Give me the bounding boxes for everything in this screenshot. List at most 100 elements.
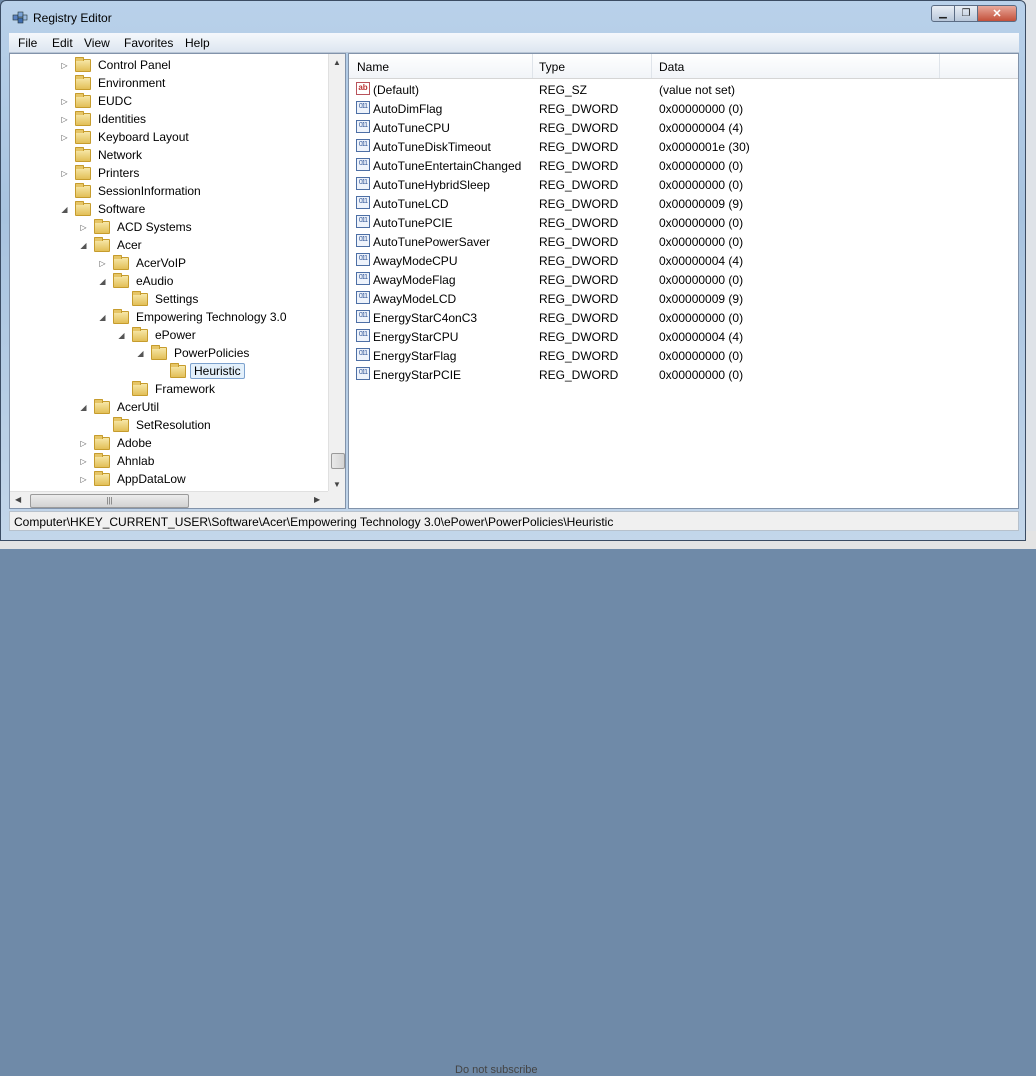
values-list-pane[interactable]: Name Type Data ab (Default) REG_SZ (value n… [348, 53, 1019, 509]
collapse-arrow-icon[interactable]: ◢ [117, 331, 126, 340]
value-row[interactable]: 011 AutoTuneEntertainChanged REG_DWORD 0x00… [349, 156, 1018, 175]
tree-item[interactable]: ◢ eAudio [98, 272, 176, 290]
value-row[interactable]: 011 EnergyStarPCIE REG_DWORD 0x00000000 (0) [349, 365, 1018, 384]
values-list-header: Name Type Data [349, 54, 1018, 79]
value-name: AutoDimFlag [373, 102, 443, 116]
value-row[interactable]: 011 AwayModeFlag REG_DWORD 0x00000000 (0) [349, 270, 1018, 289]
value-row[interactable]: 011 AutoTuneDiskTimeout REG_DWORD 0x0000001… [349, 137, 1018, 156]
tree-item[interactable]: ◢ Empowering Technology 3.0 [98, 308, 290, 326]
scroll-up-icon[interactable]: ▲ [333, 58, 341, 67]
dword-value-icon: 011 [356, 348, 370, 361]
minimize-button[interactable]: ▁ [931, 5, 955, 22]
expand-arrow-icon[interactable]: ▷ [79, 475, 88, 484]
value-name: AutoTuneDiskTimeout [373, 140, 491, 154]
menu-file[interactable]: File [18, 36, 37, 50]
tree-item[interactable]: Framework [117, 380, 218, 398]
tree-item[interactable]: ▷ EUDC [60, 92, 135, 110]
tree-item-label: ePower [155, 328, 196, 342]
tree-item-label: Network [98, 148, 143, 162]
tree-item[interactable]: Settings [117, 290, 201, 308]
collapse-arrow-icon[interactable]: ◢ [98, 277, 107, 286]
tree-horizontal-scroll-thumb[interactable]: ||| [30, 494, 189, 508]
value-row[interactable]: 011 AutoTuneHybridSleep REG_DWORD 0x0000000… [349, 175, 1018, 194]
collapse-arrow-icon[interactable]: ◢ [60, 205, 69, 214]
tree-item[interactable]: ▷ AcerVoIP [98, 254, 189, 272]
tree-item[interactable]: ◢ ePower [117, 326, 199, 344]
value-row[interactable]: 011 AwayModeCPU REG_DWORD 0x00000004 (4) [349, 251, 1018, 270]
tree-item[interactable]: ◢ Acer [79, 236, 145, 254]
tree-vertical-scroll-thumb[interactable] [331, 453, 345, 469]
value-row[interactable]: 011 AutoTunePowerSaver REG_DWORD 0x00000000… [349, 232, 1018, 251]
close-button[interactable]: ✕ [977, 5, 1017, 22]
dword-value-icon: 011 [356, 367, 370, 380]
tree-item[interactable]: ▷ AppDataLow [79, 470, 189, 488]
tree-horizontal-scrollbar[interactable]: ◀ ||| ▶ [10, 491, 328, 508]
value-type: REG_DWORD [539, 254, 619, 268]
tree-item[interactable]: ▷ Control Panel [60, 56, 174, 74]
expand-arrow-icon[interactable]: ▷ [79, 457, 88, 466]
column-header-data[interactable]: Data [659, 60, 684, 74]
folder-icon [94, 398, 110, 414]
value-row[interactable]: ab (Default) REG_SZ (value not set) [349, 80, 1018, 99]
window-controls: ▁ ❐ ✕ [931, 5, 1017, 23]
expand-arrow-icon[interactable]: ▷ [60, 115, 69, 124]
tree-item[interactable]: ▷ Printers [60, 164, 142, 182]
value-row[interactable]: 011 AutoDimFlag REG_DWORD 0x00000000 (0) [349, 99, 1018, 118]
expand-arrow-icon[interactable]: ▷ [60, 61, 69, 70]
value-type: REG_DWORD [539, 311, 619, 325]
column-divider[interactable] [532, 54, 533, 78]
scrollbar-corner [328, 491, 345, 508]
value-row[interactable]: 011 AutoTuneLCD REG_DWORD 0x00000009 (9) [349, 194, 1018, 213]
tree-item[interactable]: ▷ Keyboard Layout [60, 128, 192, 146]
collapse-arrow-icon[interactable]: ◢ [136, 349, 145, 358]
tree-item[interactable]: ◢ Software [60, 200, 148, 218]
tree-item[interactable]: ◢ AcerUtil [79, 398, 162, 416]
tree-item[interactable]: ▷ Identities [60, 110, 149, 128]
value-row[interactable]: 011 EnergyStarFlag REG_DWORD 0x00000000 (0) [349, 346, 1018, 365]
folder-icon [113, 272, 129, 288]
expand-arrow-icon[interactable]: ▷ [98, 259, 107, 268]
column-divider[interactable] [939, 54, 940, 78]
expand-arrow-icon[interactable]: ▷ [60, 169, 69, 178]
expand-arrow-icon[interactable]: ▷ [60, 97, 69, 106]
menu-favorites[interactable]: Favorites [124, 36, 173, 50]
menu-edit[interactable]: Edit [52, 36, 73, 50]
value-row[interactable]: 011 EnergyStarCPU REG_DWORD 0x00000004 (4) [349, 327, 1018, 346]
expand-arrow-icon[interactable]: ▷ [79, 439, 88, 448]
expand-arrow-icon[interactable]: ▷ [79, 223, 88, 232]
value-row[interactable]: 011 AwayModeLCD REG_DWORD 0x00000009 (9) [349, 289, 1018, 308]
value-row[interactable]: 011 AutoTuneCPU REG_DWORD 0x00000004 (4) [349, 118, 1018, 137]
title-bar[interactable]: Registry Editor ▁ ❐ ✕ [1, 1, 1025, 33]
key-tree-pane[interactable]: ▷ Control Panel Environment ▷ EUDC ▷ Identitie… [9, 53, 346, 509]
expand-arrow-icon[interactable]: ▷ [60, 133, 69, 142]
tree-item[interactable]: Environment [60, 74, 168, 92]
tree-item[interactable]: Heuristic [155, 362, 245, 380]
tree-item[interactable]: SetResolution [98, 416, 214, 434]
maximize-button[interactable]: ❐ [954, 5, 978, 22]
value-type: REG_DWORD [539, 102, 619, 116]
tree-item[interactable]: ▷ ACD Systems [79, 218, 195, 236]
tree-vertical-scrollbar[interactable]: ▲ ▼ [328, 54, 345, 492]
tree-item-label: AcerVoIP [136, 256, 187, 270]
column-header-name[interactable]: Name [357, 60, 389, 74]
column-divider[interactable] [651, 54, 652, 78]
tree-item[interactable]: ▷ Ahnlab [79, 452, 157, 470]
value-type: REG_DWORD [539, 178, 619, 192]
tree-item[interactable]: ▷ Adobe [79, 434, 155, 452]
scroll-right-icon[interactable]: ▶ [314, 495, 320, 504]
collapse-arrow-icon[interactable]: ◢ [79, 403, 88, 412]
menu-view[interactable]: View [84, 36, 110, 50]
value-row[interactable]: 011 AutoTunePCIE REG_DWORD 0x00000000 (0) [349, 213, 1018, 232]
scroll-left-icon[interactable]: ◀ [15, 495, 21, 504]
tree-item[interactable]: ◢ PowerPolicies [136, 344, 252, 362]
value-row[interactable]: 011 EnergyStarC4onC3 REG_DWORD 0x00000000 (… [349, 308, 1018, 327]
scroll-down-icon[interactable]: ▼ [333, 480, 341, 489]
menu-help[interactable]: Help [185, 36, 210, 50]
column-header-type[interactable]: Type [539, 60, 565, 74]
tree-item[interactable]: SessionInformation [60, 182, 204, 200]
dword-value-icon: 011 [356, 158, 370, 171]
collapse-arrow-icon[interactable]: ◢ [79, 241, 88, 250]
tree-item[interactable]: Network [60, 146, 145, 164]
value-type: REG_DWORD [539, 349, 619, 363]
collapse-arrow-icon[interactable]: ◢ [98, 313, 107, 322]
